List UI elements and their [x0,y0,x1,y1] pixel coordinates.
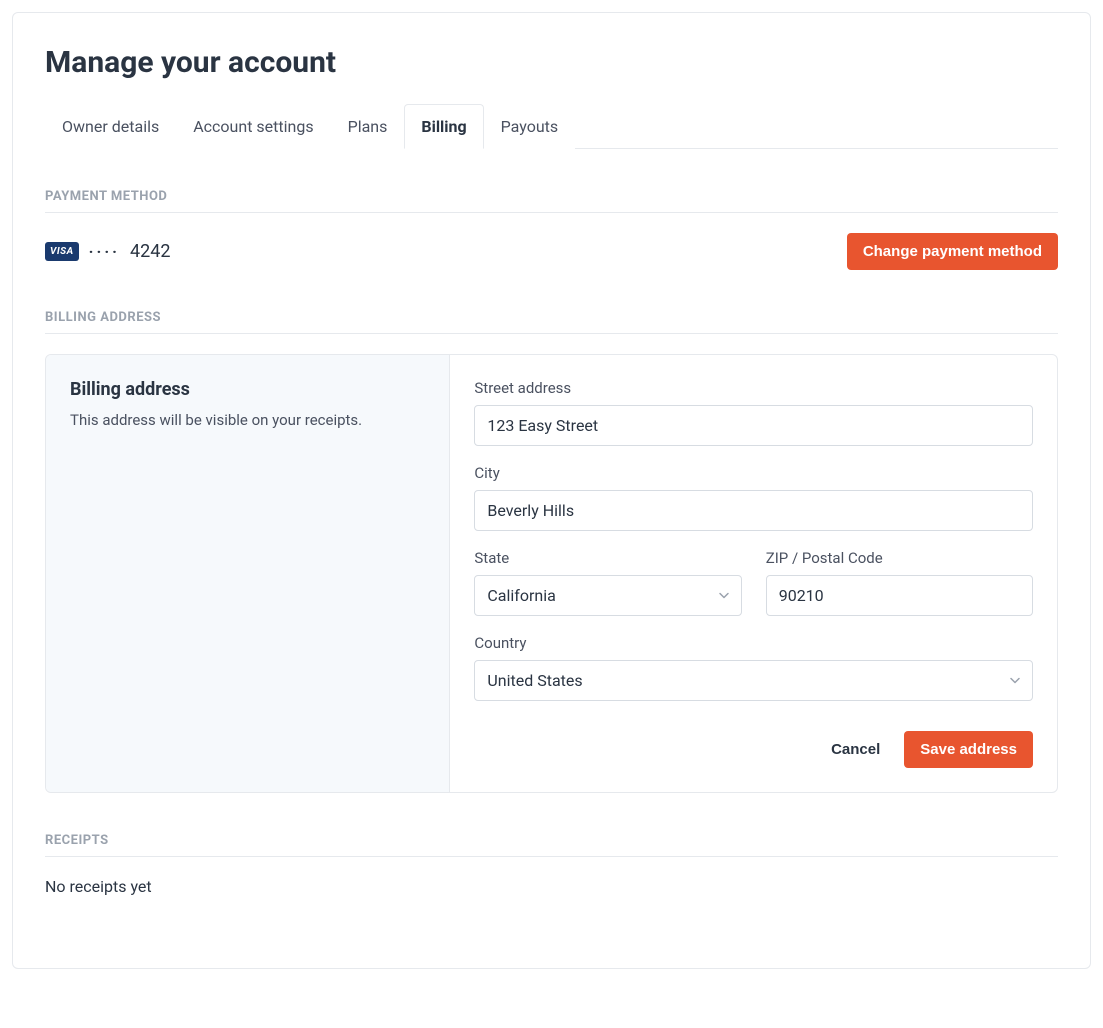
label-country: Country [474,634,1033,652]
change-payment-method-button[interactable]: Change payment method [847,233,1058,270]
form-actions: Cancel Save address [474,731,1033,768]
tab-bar: Owner details Account settings Plans Bil… [45,104,1058,149]
billing-address-description: This address will be visible on your rec… [70,410,425,431]
state-select[interactable] [474,575,741,616]
tab-account-settings[interactable]: Account settings [176,104,330,149]
city-input[interactable] [474,490,1033,531]
page-title: Manage your account [45,45,1058,80]
receipts-empty-text: No receipts yet [45,877,1058,896]
tab-billing[interactable]: Billing [404,104,483,149]
billing-address-title: Billing address [70,379,425,400]
card-brand-icon: VISA [45,242,79,261]
label-city: City [474,464,1033,482]
street-address-input[interactable] [474,405,1033,446]
save-address-button[interactable]: Save address [904,731,1033,768]
label-zip: ZIP / Postal Code [766,549,1033,567]
tab-plans[interactable]: Plans [331,104,405,149]
account-card: Manage your account Owner details Accoun… [12,12,1091,969]
section-label-payment-method: PAYMENT METHOD [45,189,1058,213]
zip-input[interactable] [766,575,1033,616]
billing-address-form: Street address City State [450,355,1057,792]
tab-owner-details[interactable]: Owner details [45,104,176,149]
label-street-address: Street address [474,379,1033,397]
billing-address-info: Billing address This address will be vis… [46,355,450,792]
section-label-billing-address: BILLING ADDRESS [45,310,1058,334]
payment-method-row: VISA ···· 4242 Change payment method [45,233,1058,270]
section-label-receipts: RECEIPTS [45,833,1058,857]
billing-address-panel: Billing address This address will be vis… [45,354,1058,793]
cancel-button[interactable]: Cancel [831,741,880,758]
card-last4: 4242 [130,241,170,262]
country-select[interactable] [474,660,1033,701]
tab-payouts[interactable]: Payouts [484,104,575,149]
label-state: State [474,549,741,567]
card-info: VISA ···· 4242 [45,241,170,262]
card-mask-dots: ···· [89,242,120,261]
